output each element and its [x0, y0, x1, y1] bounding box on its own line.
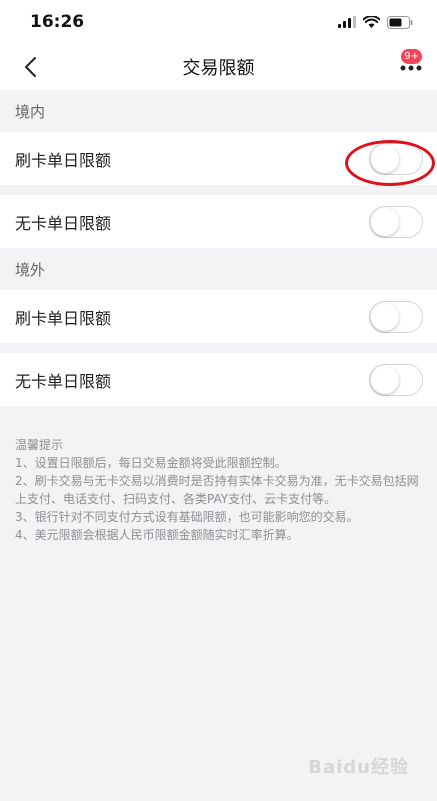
overseas-card-daily-limit-row: 刷卡单日限额: [0, 290, 437, 343]
cellular-signal-icon: [338, 16, 356, 28]
tip-line-1: 1、设置日限额后，每日交易金额将受此限额控制。: [15, 456, 287, 470]
chevron-left-icon: [25, 57, 36, 77]
domestic-cardless-limit-toggle[interactable]: [369, 205, 423, 238]
wifi-icon: [363, 16, 380, 28]
overseas-card-limit-toggle[interactable]: [369, 300, 423, 333]
more-button[interactable]: 9+: [397, 49, 425, 82]
watermark-logo: Baidu经验: [308, 757, 409, 778]
section-header-domestic: 境内: [15, 102, 46, 121]
toggle-knob: [371, 144, 399, 173]
tips-section: 温馨提示 1、设置日限额后，每日交易金额将受此限额控制。 2、刷卡交易与无卡交易…: [0, 406, 437, 544]
tip-line-4: 4、美元限额会根据人民币限额金额随实时汇率折算。: [15, 528, 299, 542]
nav-bar: 交易限额 9+: [0, 44, 437, 90]
domestic-card-daily-limit-row: 刷卡单日限额: [0, 132, 437, 185]
domestic-card-limit-toggle[interactable]: [369, 142, 423, 175]
domestic-cardless-daily-limit-row: 无卡单日限额: [0, 195, 437, 248]
row-label: 刷卡单日限额: [15, 150, 112, 170]
more-icon: [400, 65, 422, 71]
notification-badge: 9+: [401, 49, 422, 64]
page-title: 交易限额: [182, 58, 255, 79]
status-time: 16:26: [30, 12, 85, 32]
row-label: 无卡单日限额: [15, 371, 112, 391]
tips-title: 温馨提示: [15, 438, 64, 452]
row-label: 无卡单日限额: [15, 213, 112, 233]
toggle-knob: [371, 365, 399, 394]
toggle-knob: [371, 302, 399, 331]
overseas-cardless-limit-toggle[interactable]: [369, 363, 423, 396]
battery-icon: [387, 15, 413, 29]
status-bar: 16:26: [0, 0, 437, 44]
toggle-knob: [371, 207, 399, 236]
back-button[interactable]: [16, 53, 44, 81]
tip-line-3: 3、银行针对不同支付方式设有基础限额，也可能影响您的交易。: [15, 510, 359, 524]
overseas-cardless-daily-limit-row: 无卡单日限额: [0, 353, 437, 406]
section-header-overseas: 境外: [15, 260, 46, 279]
status-icons: [338, 15, 413, 29]
row-label: 刷卡单日限额: [15, 308, 112, 328]
tip-line-2: 2、刷卡交易与无卡交易以消费时是否持有实体卡交易为准，无卡交易包括网上支付、电话…: [15, 474, 419, 506]
